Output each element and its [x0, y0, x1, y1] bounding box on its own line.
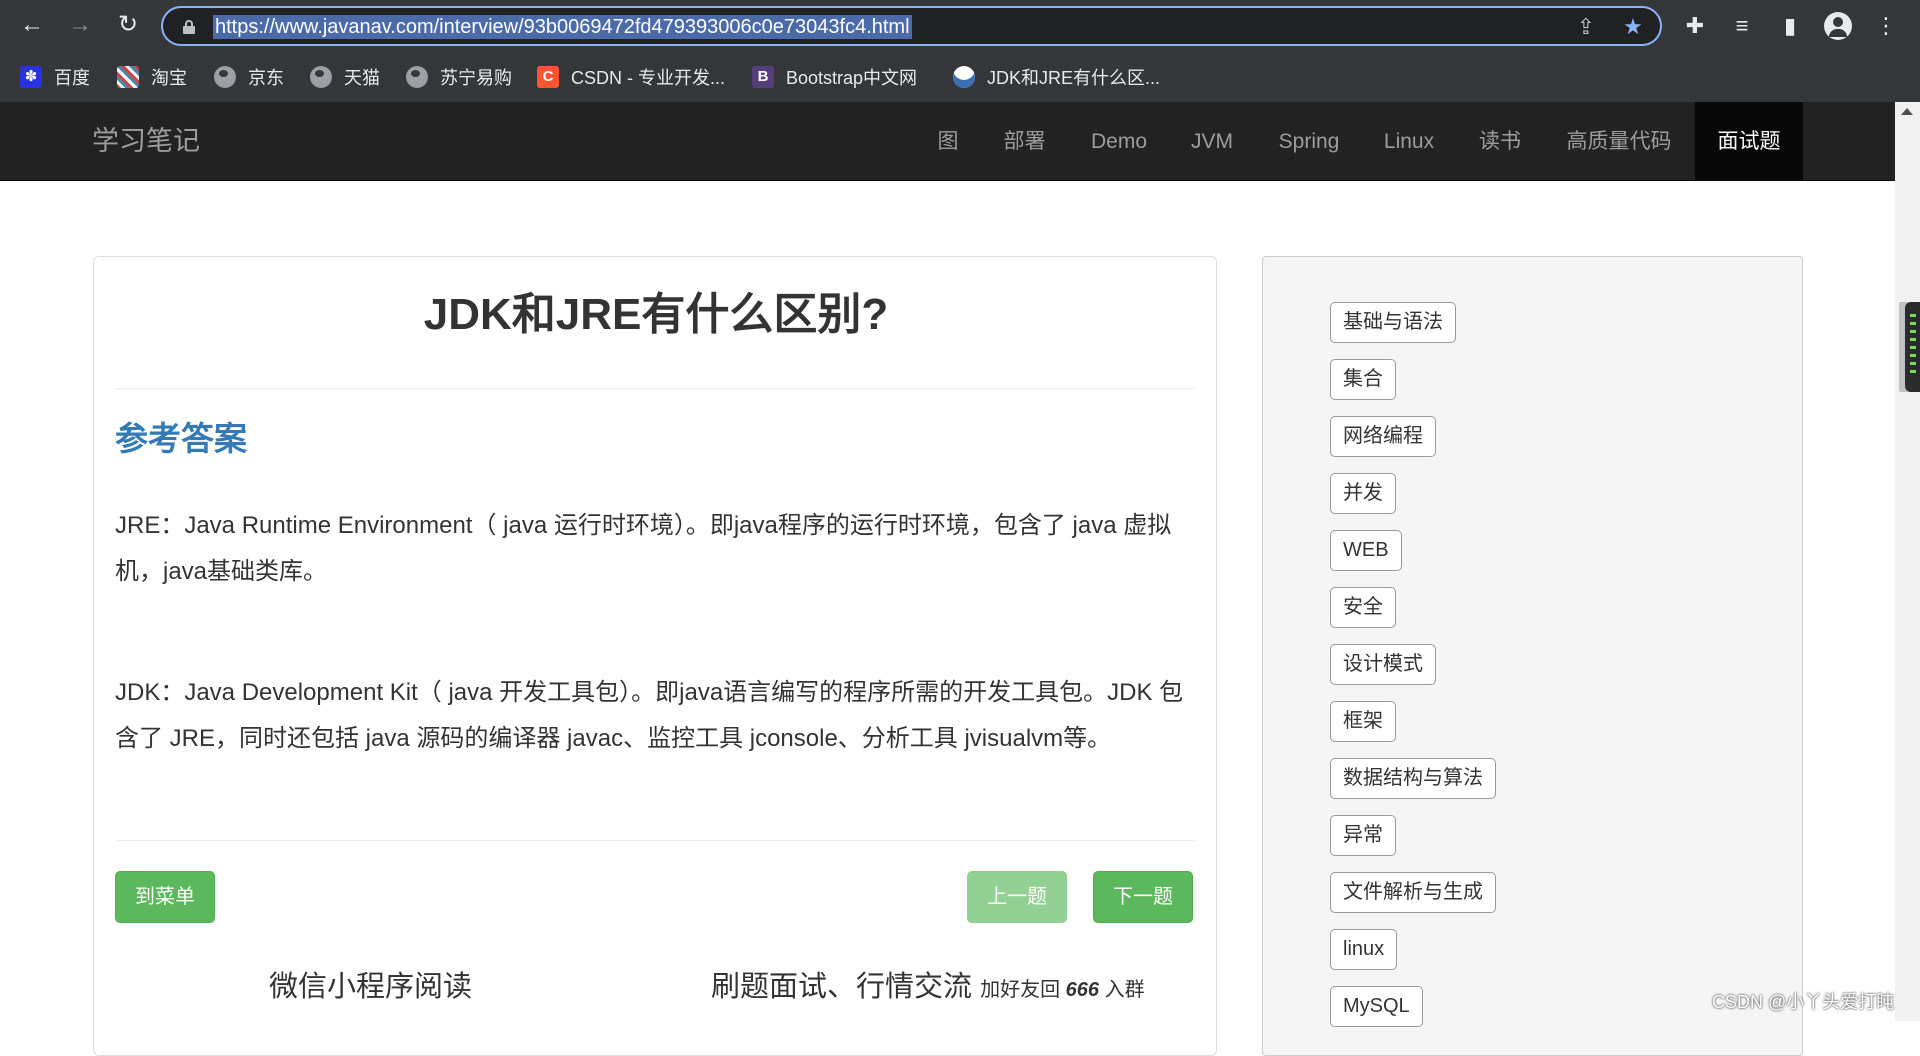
- taobao-icon: [117, 66, 139, 88]
- nav-item-graph[interactable]: 图: [923, 102, 973, 181]
- divider: [115, 388, 1195, 389]
- bookmark-star-icon[interactable]: ★: [1620, 14, 1646, 40]
- answer-paragraph-jdk: JDK：Java Development Kit（ java 开发工具包）。即j…: [115, 679, 1184, 752]
- share-icon[interactable]: ⇪: [1573, 14, 1599, 40]
- tag-web[interactable]: WEB: [1330, 530, 1402, 571]
- profile-avatar-icon[interactable]: [1824, 12, 1852, 40]
- tag-design-patterns[interactable]: 设计模式: [1330, 644, 1436, 685]
- tag-exceptions[interactable]: 异常: [1330, 815, 1396, 856]
- tag-file-parsing[interactable]: 文件解析与生成: [1330, 872, 1496, 913]
- bookmark-jdk-jre[interactable]: JDK和JRE有什么区...: [953, 62, 1160, 92]
- address-bar[interactable]: https://www.javanav.com/interview/93b006…: [161, 6, 1662, 46]
- add-friend-code: 666: [1065, 979, 1100, 1001]
- globe-icon: [214, 66, 236, 88]
- add-friend-suffix: 入群: [1104, 979, 1145, 1001]
- bookmark-label: 淘宝: [151, 68, 187, 88]
- community-title: 刷题面试、行情交流: [711, 971, 973, 1003]
- site-brand[interactable]: 学习笔记: [92, 124, 200, 158]
- bookmark-label: 天猫: [344, 68, 380, 88]
- nav-item-interview[interactable]: 面试题: [1695, 102, 1803, 181]
- url-text[interactable]: https://www.javanav.com/interview/93b006…: [213, 15, 912, 39]
- side-panel-icon[interactable]: ▮: [1775, 11, 1805, 41]
- globe-icon: [406, 66, 428, 88]
- browser-toolbar: ← → ↻ https://www.javanav.com/interview/…: [0, 0, 1920, 52]
- add-friend-prefix: 加好友回: [980, 979, 1061, 1001]
- bookmark-label: Bootstrap中文网: [786, 68, 918, 88]
- bookmark-bootstrap[interactable]: B Bootstrap中文网: [752, 62, 917, 92]
- tag-network-programming[interactable]: 网络编程: [1330, 416, 1436, 457]
- page-scrollbar[interactable]: [1895, 102, 1920, 1021]
- lock-icon[interactable]: [183, 20, 195, 34]
- tag-collections[interactable]: 集合: [1330, 359, 1396, 400]
- nav-item-deploy[interactable]: 部署: [983, 102, 1066, 181]
- mini-program-heading: 微信小程序阅读: [269, 971, 473, 1003]
- bookmark-baidu[interactable]: ✽ 百度: [20, 62, 90, 92]
- bookmark-jd[interactable]: 京东: [214, 62, 284, 92]
- answer-paragraph-jre: JRE：Java Runtime Environment（ java 运行时环境…: [115, 512, 1172, 585]
- extensions-puzzle-icon[interactable]: ✚: [1680, 11, 1710, 41]
- question-panel: JDK和JRE有什么区别? 参考答案 JRE：Java Runtime Envi…: [93, 256, 1217, 1056]
- nav-item-linux[interactable]: Linux: [1366, 102, 1452, 181]
- to-menu-button[interactable]: 到菜单: [115, 871, 215, 923]
- divider: [115, 840, 1195, 841]
- browser-chrome: ← → ↻ https://www.javanav.com/interview/…: [0, 0, 1920, 102]
- bookmark-label: CSDN - 专业开发...: [571, 68, 726, 88]
- reading-list-icon[interactable]: ≡: [1727, 11, 1757, 41]
- csdn-icon: C: [537, 66, 559, 88]
- bookmarks-bar: ✽ 百度 淘宝 京东 天猫 苏宁易购 C CSDN - 专业开发... B Bo…: [0, 52, 1920, 102]
- bookmark-label: 京东: [248, 68, 284, 88]
- bookmark-csdn[interactable]: C CSDN - 专业开发...: [537, 62, 725, 92]
- next-question-button[interactable]: 下一题: [1093, 871, 1193, 923]
- tag-concurrency[interactable]: 并发: [1330, 473, 1396, 514]
- question-title: JDK和JRE有什么区别?: [423, 290, 889, 339]
- nav-item-spring[interactable]: Spring: [1262, 102, 1356, 181]
- bookmark-taobao[interactable]: 淘宝: [117, 62, 187, 92]
- nav-item-jvm[interactable]: JVM: [1172, 102, 1252, 181]
- bookmark-label: JDK和JRE有什么区...: [987, 68, 1161, 88]
- answer-heading: 参考答案: [115, 420, 247, 457]
- tag-basics-syntax[interactable]: 基础与语法: [1330, 302, 1456, 343]
- tag-frameworks[interactable]: 框架: [1330, 701, 1396, 742]
- csdn-watermark: CSDN @小丫头爱打盹: [1712, 992, 1895, 1012]
- globe-icon: [310, 66, 332, 88]
- floating-side-widget[interactable]: [1905, 302, 1920, 392]
- tag-data-structures-algorithms[interactable]: 数据结构与算法: [1330, 758, 1496, 799]
- back-arrow-icon[interactable]: ←: [17, 10, 47, 40]
- avatar-favicon-icon: [953, 66, 975, 88]
- site-navbar: 学习笔记 图 部署 Demo JVM Spring Linux 读书 高质量代码…: [0, 102, 1895, 181]
- reload-icon[interactable]: ↻: [113, 10, 143, 40]
- scroll-up-arrow-icon[interactable]: [1901, 108, 1913, 115]
- bookmark-label: 苏宁易购: [440, 68, 512, 88]
- bookmark-suning[interactable]: 苏宁易购: [406, 62, 512, 92]
- bootstrap-icon: B: [752, 66, 774, 88]
- nav-item-demo[interactable]: Demo: [1074, 102, 1164, 181]
- add-friend-hint: 加好友回 666 入群: [980, 979, 1145, 1001]
- baidu-paw-icon: ✽: [20, 66, 42, 88]
- community-heading: 刷题面试、行情交流 加好友回 666 入群: [711, 967, 1145, 1010]
- forward-arrow-icon[interactable]: →: [65, 10, 95, 40]
- tag-security[interactable]: 安全: [1330, 587, 1396, 628]
- category-sidebar: 基础与语法 集合 网络编程 并发 WEB 安全 设计模式 框架 数据结构与算法 …: [1262, 256, 1803, 1056]
- nav-item-quality-code[interactable]: 高质量代码: [1550, 102, 1688, 181]
- prev-question-button[interactable]: 上一题: [967, 871, 1067, 923]
- tag-linux[interactable]: linux: [1330, 929, 1398, 970]
- bookmark-label: 百度: [54, 68, 90, 88]
- bookmark-tmall[interactable]: 天猫: [310, 62, 380, 92]
- nav-item-reading[interactable]: 读书: [1460, 102, 1540, 181]
- kebab-menu-icon[interactable]: ⋮: [1871, 11, 1901, 41]
